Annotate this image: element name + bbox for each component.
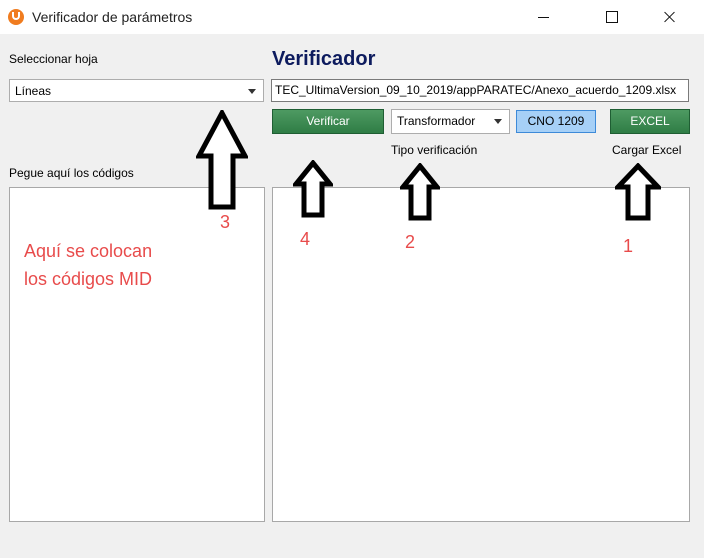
title-bar: Verificador de parámetros	[0, 0, 704, 34]
annotation-number-1: 1	[623, 236, 634, 256]
verification-type-value: Transformador	[397, 114, 476, 128]
sheet-select-value: Líneas	[15, 84, 52, 98]
file-path-value: TEC_UltimaVersion_09_10_2019/appPARATEC/…	[275, 83, 677, 97]
sheet-select[interactable]: Líneas	[9, 79, 264, 102]
annotation-arrow-up-icon	[293, 160, 333, 218]
app-logo-icon	[8, 9, 24, 25]
load-excel-label: Cargar Excel	[612, 143, 682, 157]
sheet-label: Seleccionar hoja	[9, 52, 98, 66]
window-title: Verificador de parámetros	[32, 9, 193, 25]
annotation-note-line2: los códigos MID	[24, 269, 153, 289]
codes-label: Pegue aquí los códigos	[9, 166, 134, 180]
annotation-arrow-up-icon	[196, 110, 248, 210]
chevron-down-icon	[494, 119, 502, 124]
annotation-note-line1: Aquí se colocan	[24, 241, 153, 261]
annotation-number-4: 4	[300, 229, 311, 249]
excel-button[interactable]: EXCEL	[610, 109, 690, 134]
verification-type-label: Tipo verificación	[391, 143, 478, 157]
maximize-button[interactable]	[589, 0, 635, 34]
minimize-button[interactable]	[520, 0, 566, 34]
annotation-arrow-up-icon	[615, 163, 661, 221]
annotation-note: Aquí se colocan los códigos MID	[24, 237, 152, 293]
cno-1209-button[interactable]: CNO 1209	[516, 110, 596, 133]
close-button[interactable]	[647, 0, 693, 34]
verify-button[interactable]: Verificar	[272, 109, 384, 134]
annotation-arrow-up-icon	[400, 163, 440, 221]
annotation-number-2: 2	[405, 232, 416, 252]
file-path-field[interactable]: TEC_UltimaVersion_09_10_2019/appPARATEC/…	[271, 79, 689, 102]
verification-type-select[interactable]: Transformador	[391, 109, 510, 134]
right-edge-strip	[698, 34, 704, 558]
annotation-number-3: 3	[220, 212, 231, 232]
chevron-down-icon	[248, 89, 256, 94]
page-title: Verificador	[272, 48, 376, 70]
